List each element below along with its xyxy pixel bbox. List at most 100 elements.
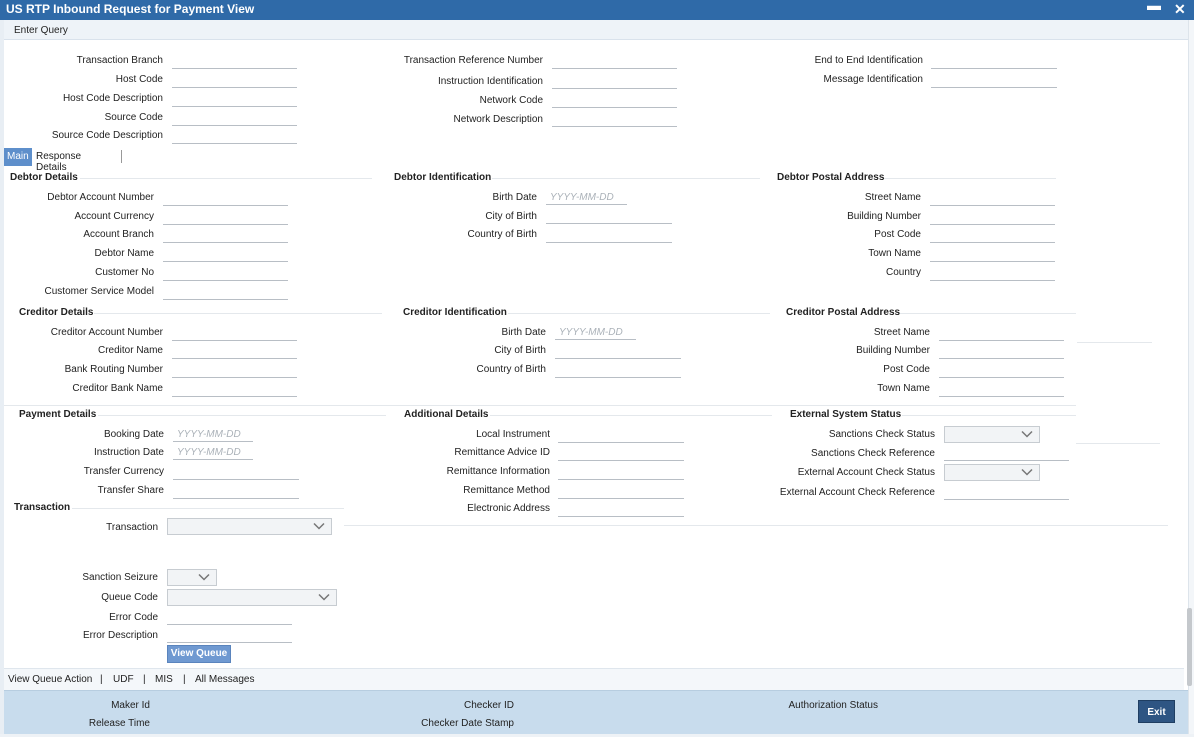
network-description-field[interactable] [552,112,677,127]
section-divider [508,313,770,314]
creditor-post-code-field[interactable] [939,363,1064,378]
creditor-postal-address-heading: Creditor Postal Address [786,307,901,318]
network-code-field[interactable] [552,93,677,108]
exit-button[interactable]: Exit [1138,700,1175,723]
queue-code-label: Queue Code [101,592,158,603]
debtor-town-name-field[interactable] [930,247,1055,262]
end-to-end-identification-label: End to End Identification [814,55,923,66]
remittance-information-field[interactable] [558,465,684,480]
remittance-information-label: Remittance Information [446,466,550,477]
debtor-postal-address-heading: Debtor Postal Address [777,172,885,183]
electronic-address-field[interactable] [558,502,684,517]
local-instrument-field[interactable] [558,428,684,443]
booking-date-field[interactable] [173,427,253,442]
sanctions-check-reference-field[interactable] [944,446,1069,461]
transaction-select[interactable] [167,518,332,535]
section-divider [94,313,382,314]
link-separator: | [183,674,186,685]
transfer-currency-field[interactable] [173,465,299,480]
instruction-date-field[interactable] [173,445,253,460]
bank-routing-number-field[interactable] [172,363,297,378]
error-code-field[interactable] [167,610,292,625]
vertical-scrollbar[interactable] [1187,20,1194,737]
error-code-label: Error Code [109,612,158,623]
creditor-birth-date-field[interactable] [555,325,636,340]
payment-details-heading: Payment Details [19,409,97,420]
checker-date-stamp-label: Checker Date Stamp [421,718,514,729]
view-queue-action-link[interactable]: View Queue Action [8,674,92,685]
external-account-check-status-select[interactable] [944,464,1040,481]
creditor-account-number-field[interactable] [172,326,297,341]
debtor-birth-date-field[interactable] [546,190,627,205]
host-code-description-field[interactable] [172,92,297,107]
close-icon[interactable]: ✕ [1174,1,1186,18]
sanctions-check-status-select[interactable] [944,426,1040,443]
customer-no-field[interactable] [163,266,288,281]
section-divider [98,415,386,416]
remittance-method-field[interactable] [558,484,684,499]
debtor-post-code-field[interactable] [930,228,1055,243]
debtor-country-of-birth-field[interactable] [546,228,672,243]
all-messages-link[interactable]: All Messages [195,674,254,685]
host-code-description-label: Host Code Description [62,93,163,104]
source-code-description-label: Source Code Description [51,130,163,141]
debtor-country-label: Country [885,267,921,278]
debtor-name-field[interactable] [163,247,288,262]
mis-link[interactable]: MIS [155,674,173,685]
debtor-building-number-field[interactable] [930,210,1055,225]
tab-main[interactable]: Main [4,148,32,166]
error-description-field[interactable] [167,628,292,643]
queue-code-select[interactable] [167,589,337,606]
debtor-building-number-label: Building Number [847,211,921,222]
transaction-branch-field[interactable] [172,54,297,69]
transaction-reference-number-field[interactable] [552,54,677,69]
end-to-end-identification-field[interactable] [931,54,1057,69]
external-system-status-heading: External System Status [790,409,902,420]
creditor-street-name-field[interactable] [939,326,1064,341]
creditor-name-field[interactable] [172,344,297,359]
creditor-building-number-label: Building Number [856,345,930,356]
links-bar: View Queue Action | UDF | MIS | All Mess… [4,668,1184,690]
remittance-advice-id-field[interactable] [558,446,684,461]
section-divider [80,178,372,179]
debtor-city-of-birth-field[interactable] [546,209,672,224]
sanction-seizure-select[interactable] [167,569,217,586]
creditor-bank-name-field[interactable] [172,382,297,397]
host-code-field[interactable] [172,73,297,88]
udf-link[interactable]: UDF [113,674,134,685]
view-queue-button[interactable]: View Queue [167,645,231,663]
creditor-city-of-birth-field[interactable] [555,344,681,359]
instruction-identification-field[interactable] [552,74,677,89]
transfer-share-field[interactable] [173,484,299,499]
creditor-town-name-label: Town Name [877,383,930,394]
network-code-label: Network Code [479,95,543,106]
external-account-check-reference-field[interactable] [944,485,1069,500]
debtor-account-number-field[interactable] [163,191,288,206]
account-currency-field[interactable] [163,210,288,225]
remittance-advice-id-label: Remittance Advice ID [454,447,550,458]
message-identification-field[interactable] [931,73,1057,88]
source-code-description-field[interactable] [172,129,297,144]
section-divider [344,525,1168,526]
link-separator: | [100,674,103,685]
enter-query-button[interactable]: Enter Query [14,25,68,36]
account-branch-field[interactable] [163,228,288,243]
minimize-icon[interactable]: ▬ [1147,0,1161,13]
creditor-country-of-birth-field[interactable] [555,363,681,378]
debtor-town-name-label: Town Name [868,248,921,259]
section-divider [902,415,1076,416]
scrollbar-thumb[interactable] [1187,608,1192,686]
source-code-field[interactable] [172,111,297,126]
debtor-country-field[interactable] [930,266,1055,281]
creditor-building-number-field[interactable] [939,344,1064,359]
debtor-street-name-field[interactable] [930,191,1055,206]
section-divider [884,178,1056,179]
customer-service-model-field[interactable] [163,285,288,300]
debtor-details-heading: Debtor Details [10,172,78,183]
tab-response-details[interactable]: Response Details [33,148,84,173]
chevron-down-icon [1021,430,1033,438]
bank-routing-number-label: Bank Routing Number [64,364,163,375]
external-account-check-reference-label: External Account Check Reference [779,487,935,498]
external-account-check-status-label: External Account Check Status [797,467,935,478]
creditor-town-name-field[interactable] [939,382,1064,397]
